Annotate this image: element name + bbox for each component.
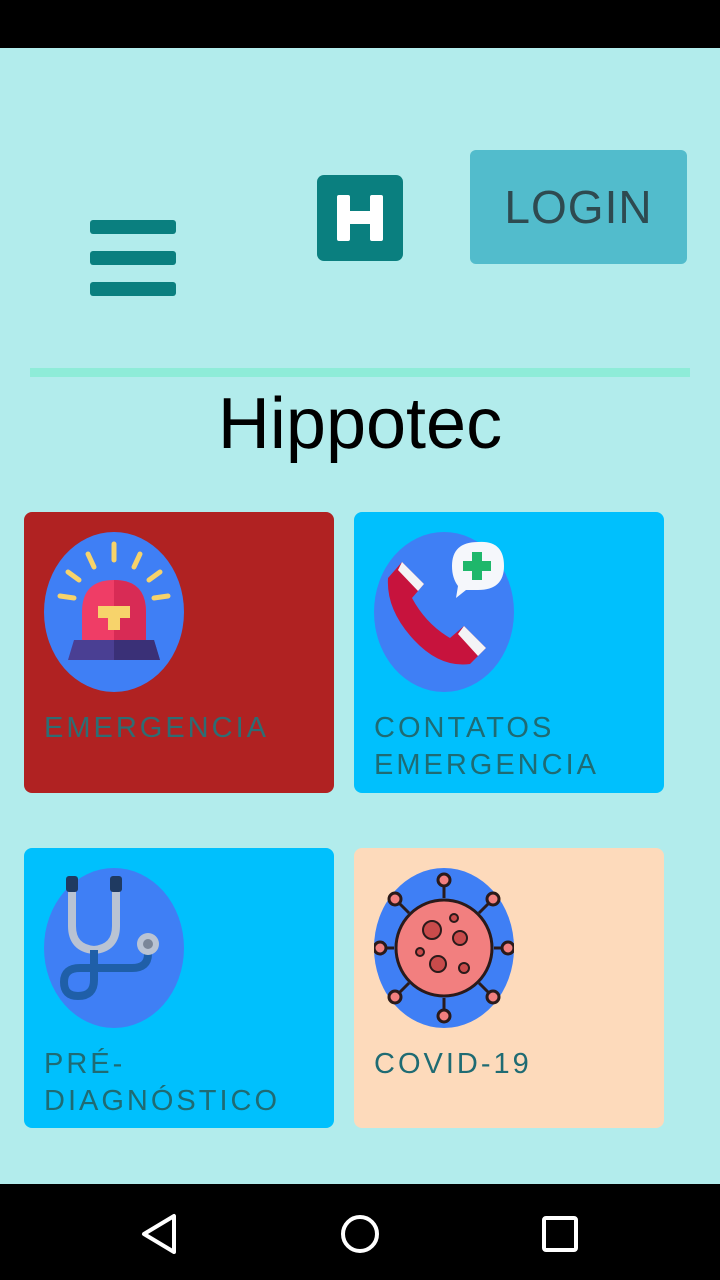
card-label: CONTATOS EMERGENCIA <box>374 712 599 781</box>
menu-button[interactable] <box>90 220 176 296</box>
siren-icon <box>44 532 184 692</box>
hamburger-bar <box>90 251 176 265</box>
virus-icon <box>374 868 514 1028</box>
divider <box>30 368 690 377</box>
card-covid-19[interactable]: COVID-19 <box>354 848 664 1128</box>
card-contatos-emergencia[interactable]: CONTATOS EMERGENCIA <box>354 512 664 793</box>
hospital-h-icon <box>317 175 403 261</box>
hamburger-bar <box>90 282 176 296</box>
stethoscope-icon <box>44 868 184 1028</box>
circle-home-icon[interactable] <box>338 1212 382 1256</box>
card-label: EMERGENCIA <box>44 712 269 744</box>
card-label: PRÉ-DIAGNÓSTICO <box>44 1048 281 1117</box>
card-emergencia[interactable]: EMERGENCIA <box>24 512 334 793</box>
hamburger-menu-icon <box>90 220 176 234</box>
login-button[interactable]: LOGIN <box>470 150 687 264</box>
page-title: Hippotec <box>217 384 503 464</box>
square-recent-apps-icon[interactable] <box>538 1212 582 1256</box>
phone-plus-icon <box>374 532 514 692</box>
card-label: COVID-19 <box>374 1048 532 1080</box>
card-pre-diagnostico[interactable]: PRÉ-DIAGNÓSTICO <box>24 848 334 1128</box>
status-bar <box>0 0 720 48</box>
triangle-back-icon[interactable] <box>138 1212 182 1256</box>
navigation-bar <box>0 1184 720 1280</box>
